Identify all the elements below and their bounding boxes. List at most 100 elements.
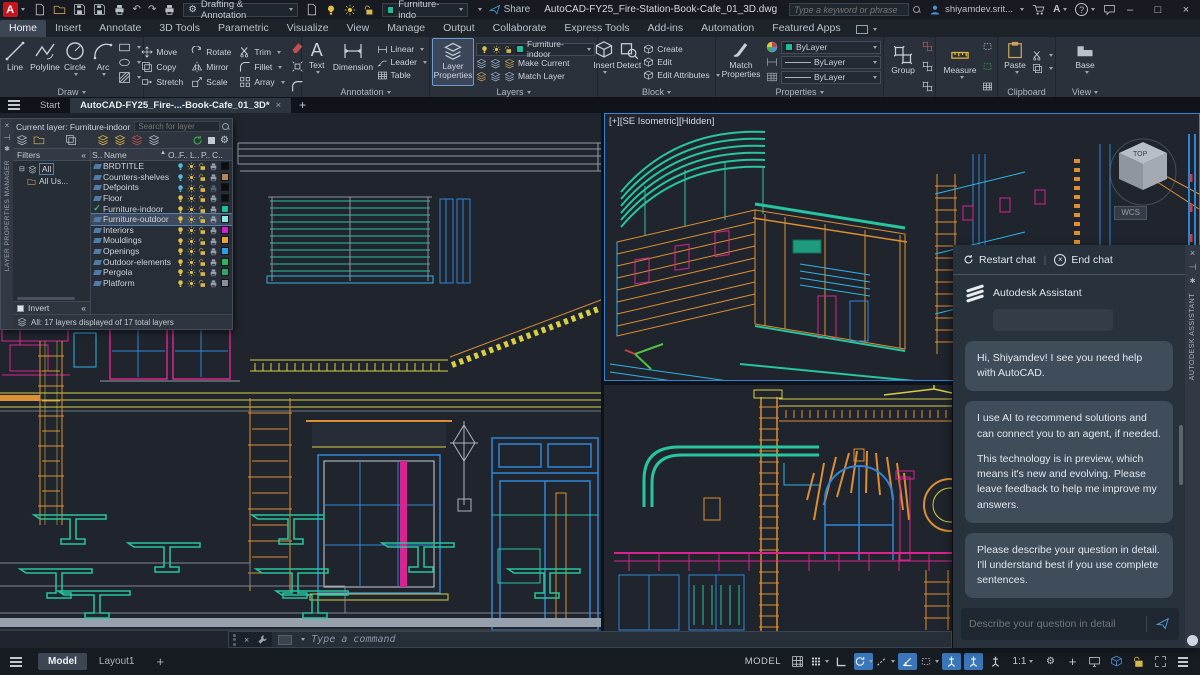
base-button[interactable]: Base — [1068, 38, 1102, 86]
assistant-scrollbar[interactable] — [1179, 425, 1183, 485]
clean-screen-button[interactable] — [1151, 653, 1170, 670]
logo-menu-caret[interactable] — [20, 8, 25, 11]
insert-button[interactable]: Insert — [593, 38, 615, 86]
assistant-chat-icon[interactable] — [1103, 3, 1116, 16]
assistant-settings-icon[interactable]: ✱ — [1190, 277, 1196, 285]
polyline-button[interactable]: Polyline — [30, 38, 60, 86]
linetype-dropdown[interactable]: ByLayer — [781, 55, 881, 69]
ortho-toggle[interactable] — [832, 653, 851, 670]
layer-row[interactable]: Openings — [91, 246, 232, 257]
scale-value[interactable]: 1:1 — [1008, 653, 1038, 670]
quick-properties-toggle[interactable] — [1107, 653, 1126, 670]
invert-collapse[interactable]: « — [81, 303, 86, 313]
ellipse-button[interactable] — [118, 56, 142, 69]
grid-toggle[interactable] — [788, 653, 807, 670]
redo-icon[interactable]: ↷ — [148, 4, 156, 15]
save-icon[interactable] — [73, 3, 86, 16]
refresh-icon[interactable] — [192, 134, 203, 145]
filter-all-used[interactable]: All Us... — [13, 175, 90, 187]
id-point-button[interactable] — [982, 58, 993, 76]
command-drag-handle[interactable] — [229, 633, 240, 646]
edit-attributes-button[interactable]: Edit Attributes — [643, 70, 720, 81]
palette-close-icon[interactable]: × — [5, 121, 10, 130]
new-drawing-tab-button[interactable]: + — [299, 98, 306, 112]
tab-output[interactable]: Output — [434, 20, 484, 37]
undo-icon[interactable]: ↶ — [133, 4, 141, 15]
layer-row[interactable]: Pergola — [91, 267, 232, 278]
line-button[interactable]: Line — [2, 38, 28, 86]
document-tab[interactable]: AutoCAD-FY25_Fire-...-Book-Cafe_01_3D* × — [70, 97, 292, 113]
autoscale-toggle[interactable] — [964, 653, 983, 670]
tab-annotate[interactable]: Annotate — [90, 20, 150, 37]
viewport-label[interactable]: [+][SE Isometric][Hidden] — [609, 116, 714, 127]
command-recent-caret[interactable] — [301, 638, 306, 641]
sheet-icon[interactable] — [305, 3, 318, 16]
col-status[interactable]: S.. — [91, 150, 103, 160]
hatch-button[interactable] — [118, 71, 142, 84]
lineweight-dropdown[interactable]: ByLayer — [781, 70, 881, 84]
autodesk-caret[interactable] — [1063, 8, 1068, 11]
tab-3d-tools[interactable]: 3D Tools — [150, 20, 209, 37]
workspace-switching[interactable]: ⚙ — [1041, 653, 1060, 670]
tab-visualize[interactable]: Visualize — [278, 20, 338, 37]
assistant-pin-icon[interactable]: ⊣ — [1189, 262, 1197, 273]
lock-ui-button[interactable] — [1129, 653, 1148, 670]
viewport-elevation-right[interactable] — [604, 385, 952, 648]
layer-row[interactable]: Mouldings — [91, 235, 232, 246]
layer-row[interactable]: BRDTITLE — [91, 161, 232, 172]
viewcube-top-label[interactable]: TOP — [1133, 151, 1148, 158]
units-button[interactable] — [1085, 653, 1104, 670]
assistant-close-icon[interactable]: × — [1190, 248, 1195, 258]
layer-row[interactable]: Platform — [91, 278, 232, 289]
palette-gear-icon[interactable]: ⚙ — [220, 135, 229, 146]
send-icon[interactable] — [1155, 617, 1171, 631]
layer-dropdown[interactable]: Furniture-indoor — [476, 39, 595, 59]
layer-freeze-icon[interactable] — [344, 4, 356, 16]
measure-button[interactable]: Measure — [940, 43, 980, 91]
fillet-button[interactable]: Fillet — [239, 61, 284, 73]
command-customize-icon[interactable] — [253, 631, 272, 649]
maximize-button[interactable]: □ — [1144, 4, 1172, 16]
layer-state2-icon[interactable] — [114, 134, 126, 146]
paste-button[interactable]: Paste — [1000, 38, 1030, 86]
model-space-badge[interactable]: MODEL — [745, 656, 781, 667]
group-bounding-button[interactable] — [922, 78, 933, 96]
stretch-button[interactable]: Stretch — [141, 76, 183, 88]
array-button[interactable]: Array — [239, 76, 285, 88]
document-tab-close-icon[interactable]: × — [276, 100, 282, 111]
titlebar-search[interactable] — [789, 3, 921, 16]
new-layer-icon[interactable] — [16, 134, 28, 146]
dimension-button[interactable]: Dimension — [331, 38, 374, 86]
tab-manage[interactable]: Manage — [378, 20, 434, 37]
autodesk-account-icon[interactable]: A — [1053, 4, 1060, 15]
tab-insert[interactable]: Insert — [46, 20, 90, 37]
linear-button[interactable]: Linear — [377, 44, 427, 55]
palette-pin-icon[interactable]: ⊣ — [4, 133, 11, 142]
palette-settings-icon[interactable]: ✱ — [4, 145, 10, 153]
rectangle-button[interactable] — [118, 41, 142, 54]
filters-collapse[interactable]: « — [81, 150, 86, 160]
layer-properties-button[interactable]: Layer Properties — [432, 38, 474, 86]
help-icon[interactable]: ? — [1075, 3, 1088, 16]
detect-button[interactable]: Detect — [617, 38, 641, 86]
model-tab[interactable]: Model — [38, 653, 87, 670]
new-layout-button[interactable]: + — [146, 651, 174, 672]
trim-button[interactable]: Trim — [239, 46, 284, 58]
filter-tree-scrollbar[interactable] — [17, 297, 75, 300]
layer-search-icon[interactable] — [222, 122, 230, 131]
text-button[interactable]: A Text — [304, 38, 329, 86]
close-button[interactable]: × — [1172, 4, 1200, 16]
command-input-field[interactable]: Type a command — [272, 632, 951, 647]
group-button[interactable]: Group — [886, 43, 920, 91]
share-button[interactable]: Share — [489, 4, 530, 16]
tab-add-ins[interactable]: Add-ins — [639, 20, 693, 37]
cut-button[interactable] — [1032, 50, 1053, 61]
annotation-monitor[interactable]: + — [1063, 653, 1082, 670]
layer-row[interactable]: Outdoor-elements — [91, 256, 232, 267]
layer-merge-icon[interactable] — [148, 134, 160, 146]
save-as-icon[interactable] — [93, 3, 106, 16]
layer-row[interactable]: Floor — [91, 193, 232, 204]
layout1-tab[interactable]: Layout1 — [89, 653, 145, 670]
assistant-input[interactable] — [969, 618, 1138, 630]
app-store-icon[interactable] — [1032, 3, 1045, 16]
